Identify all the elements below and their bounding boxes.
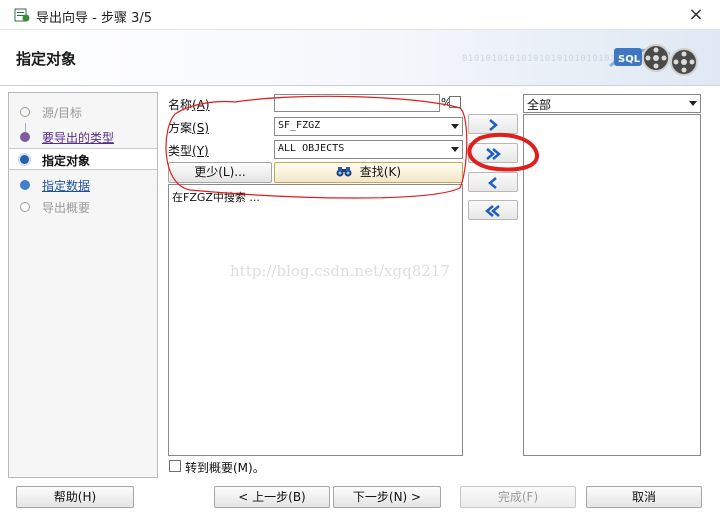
schema-select-value: SF_FZGZ [278, 120, 321, 131]
finish-button: 完成(F) [460, 486, 576, 508]
step-label: 源/目标 [42, 106, 83, 120]
double-chevron-left-icon [485, 205, 500, 217]
close-icon[interactable]: × [684, 3, 708, 27]
move-all-left-button[interactable] [468, 200, 518, 220]
move-selected-right-button[interactable] [468, 114, 518, 134]
back-button[interactable]: < 上一步(B) [214, 486, 330, 508]
step-future-icon [20, 202, 30, 212]
type-label: 类型(Y) [168, 144, 209, 158]
chevron-down-icon [451, 147, 459, 152]
move-selected-left-button[interactable] [468, 172, 518, 192]
chevron-down-icon [451, 124, 459, 129]
wizard-steps-panel: 源/目标 要导出的类型 指定对象 指定数据 导出概要 [8, 92, 158, 478]
search-status-text: 在FZGZ中搜索 ... [172, 191, 260, 204]
name-input[interactable] [274, 94, 440, 112]
wizard-footer: 帮助(H) < 上一步(B) 下一步(N) > 完成(F) 取消 [0, 482, 720, 520]
binoculars-icon [336, 167, 352, 177]
step-label: 指定对象 [42, 154, 91, 168]
step-specify-data[interactable]: 指定数据 [9, 174, 157, 196]
search-results-list[interactable]: 在FZGZ中搜索 ... [168, 184, 463, 456]
step-label: 要导出的类型 [42, 131, 115, 145]
step-next-icon [20, 180, 30, 190]
schema-select[interactable]: SF_FZGZ [274, 117, 463, 136]
next-button[interactable]: 下一步(N) > [333, 486, 441, 508]
svg-text:SQL: SQL [618, 54, 641, 65]
step-current-icon [18, 153, 31, 166]
wizard-header: 指定对象 01010101010101010101010101 SQL [0, 30, 720, 86]
header-decoration-binary: 01010101010101010101010101 [462, 54, 616, 64]
page-title: 指定对象 [16, 50, 77, 68]
chevron-down-icon [689, 101, 697, 106]
less-button[interactable]: 更少(L)... [168, 162, 272, 183]
step-export-summary: 导出概要 [9, 196, 157, 218]
type-select-value: ALL OBJECTS [278, 143, 345, 154]
schema-label: 方案(S) [168, 121, 209, 135]
wizard-app-icon [14, 8, 30, 22]
find-button[interactable]: 查找(K) [274, 162, 463, 183]
step-specify-objects: 指定对象 [9, 148, 157, 170]
chevron-left-icon [488, 177, 497, 189]
step-visited-icon [20, 132, 30, 142]
goto-summary-label: 转到概要(M)。 [185, 461, 265, 475]
double-chevron-right-icon [486, 148, 501, 160]
help-button[interactable]: 帮助(H) [16, 486, 134, 508]
chevron-right-icon [489, 119, 498, 131]
cancel-button[interactable]: 取消 [586, 486, 702, 508]
window-title: 导出向导 - 步骤 3/5 [36, 11, 153, 26]
step-source-target: 源/目标 [9, 101, 157, 123]
name-wildcard-checkbox[interactable] [449, 96, 461, 108]
step-label: 导出概要 [42, 201, 91, 215]
type-select[interactable]: ALL OBJECTS [274, 140, 463, 159]
title-bar: 导出向导 - 步骤 3/5 × [0, 0, 720, 30]
move-all-right-button[interactable] [468, 143, 518, 163]
target-filter-select[interactable]: 全部 [523, 94, 701, 113]
watermark-text: http://blog.csdn.net/xgq8217 [230, 262, 450, 280]
selected-objects-list[interactable] [523, 114, 701, 456]
step-label: 指定数据 [42, 179, 91, 193]
target-filter-value: 全部 [527, 98, 552, 112]
goto-summary-checkbox[interactable] [169, 460, 181, 472]
step-done-icon [20, 107, 30, 117]
name-label: 名称(A) [168, 98, 210, 112]
step-export-types[interactable]: 要导出的类型 [9, 126, 157, 148]
sql-film-reel-logo-icon: SQL [609, 44, 698, 76]
